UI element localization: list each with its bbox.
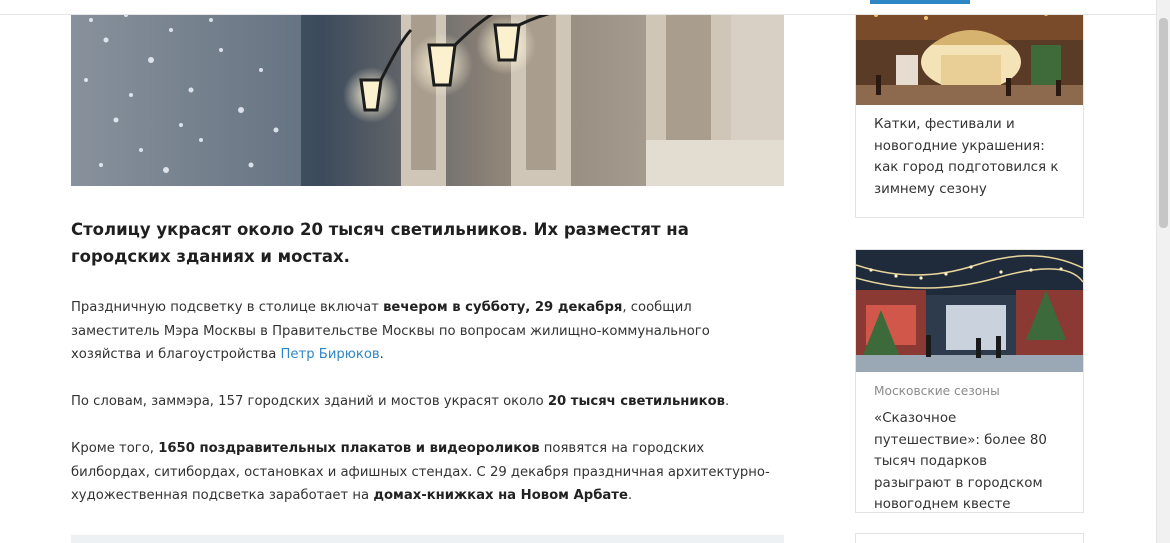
card-title[interactable]: Катки, фестивали и новогодние украшения:… xyxy=(856,114,1083,200)
card-category[interactable]: Московские сезоны xyxy=(856,382,1083,400)
scrollbar-thumb[interactable] xyxy=(1159,18,1168,228)
card-image xyxy=(856,250,1083,372)
article-paragraph-2: По словам, заммэра, 157 городских зданий… xyxy=(71,394,730,409)
card-category-tab xyxy=(870,0,970,4)
article-paragraph-1: Праздничную подсветку в столице включат … xyxy=(71,300,710,362)
top-bar xyxy=(0,0,1156,15)
article-lead: Столицу украсят около 20 тысяч светильни… xyxy=(71,220,689,266)
article-hero-image xyxy=(71,0,784,186)
page-scrollbar[interactable] xyxy=(1156,0,1170,543)
next-section-block xyxy=(71,535,784,543)
sidebar-news-card[interactable]: Катки, фестивали и новогодние украшения:… xyxy=(855,0,1084,218)
card-image xyxy=(856,0,1083,105)
card-title[interactable]: «Сказочное путешествие»: более 80 тысяч … xyxy=(856,408,1083,516)
sidebar-next-card[interactable] xyxy=(855,533,1084,543)
person-link[interactable]: Петр Бирюков xyxy=(281,347,380,362)
article-paragraph-3: Кроме того, 1650 поздравительных плакато… xyxy=(71,441,770,503)
sidebar-news-card[interactable]: Московские сезоны «Сказочное путешествие… xyxy=(855,249,1084,513)
